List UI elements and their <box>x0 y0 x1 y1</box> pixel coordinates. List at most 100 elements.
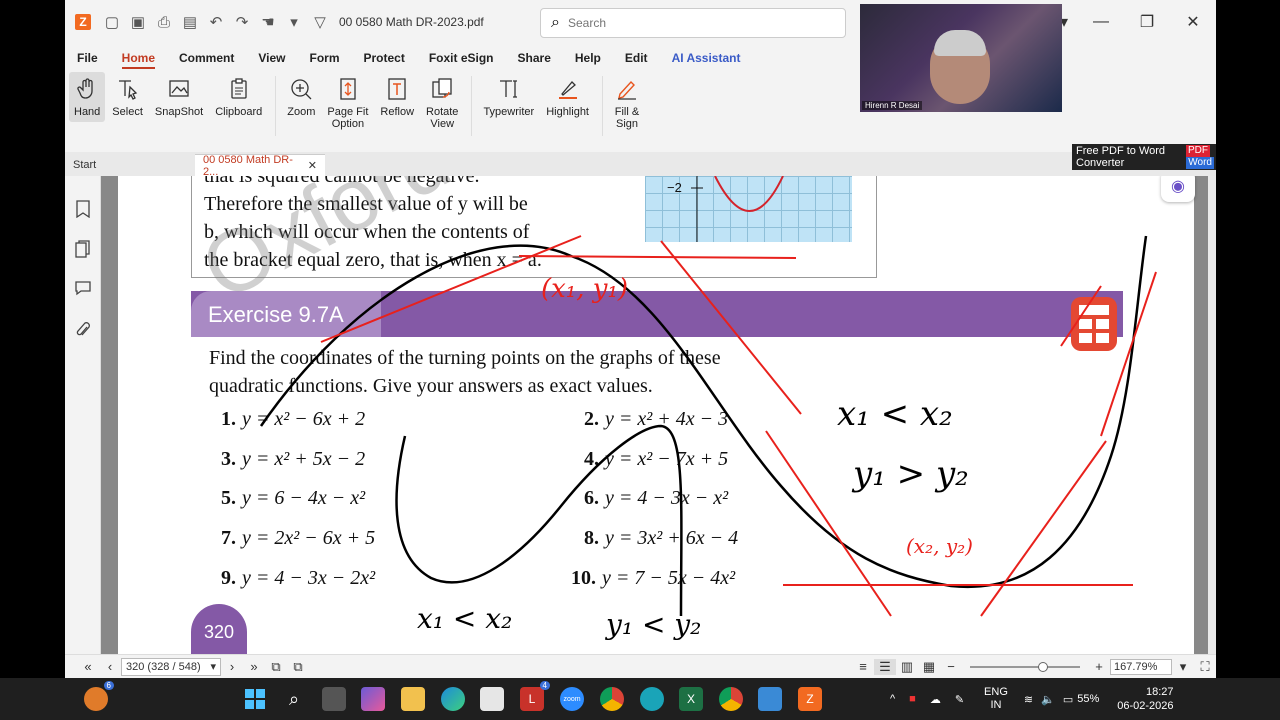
clipboard-label: Clipboard <box>215 106 263 118</box>
tab-foxit-esign[interactable]: Foxit eSign <box>429 51 494 65</box>
tab-share[interactable]: Share <box>518 51 551 65</box>
tab-file[interactable]: File <box>77 51 98 65</box>
battery-icon[interactable]: ▭ <box>1063 693 1073 706</box>
pdf-to-word-promo[interactable]: Free PDF to Word Converter PDF Word <box>1072 144 1216 170</box>
page-number-field[interactable]: 320 (328 / 548) ▾ <box>121 657 221 676</box>
chrome-icon[interactable] <box>600 687 624 711</box>
tab-view[interactable]: View <box>258 51 285 65</box>
notepad-icon[interactable] <box>758 687 782 711</box>
tab-ai-assistant[interactable]: AI Assistant <box>672 51 741 65</box>
single-page-icon[interactable]: ≡ <box>852 659 874 674</box>
edge-icon[interactable] <box>441 687 465 711</box>
next-view-icon[interactable]: ⧉ <box>287 659 309 675</box>
tab-edit[interactable]: Edit <box>625 51 648 65</box>
search-input[interactable] <box>567 16 818 30</box>
page-fit-option-button[interactable]: Page Fit Option <box>322 72 373 134</box>
task-view-icon[interactable] <box>322 687 346 711</box>
reflow-button[interactable]: Reflow <box>375 72 419 122</box>
continuous-facing-icon[interactable]: ▦ <box>918 659 940 675</box>
intro-line-1: Find the coordinates of the turning poin… <box>209 347 721 369</box>
tab-start[interactable]: Start <box>65 154 195 176</box>
attachment-icon[interactable] <box>74 321 92 339</box>
next-page-button[interactable]: › <box>221 659 243 674</box>
exercise-number: 6. <box>584 487 599 509</box>
wifi-icon[interactable]: ≋ <box>1024 693 1033 706</box>
foxit-taskbar-icon[interactable]: Z <box>798 687 822 711</box>
ai-assistant-float-button[interactable]: ◉ <box>1161 176 1195 202</box>
snapshot-icon <box>166 76 192 102</box>
ink-point-1: (x₁, y₁) <box>541 274 629 304</box>
page-fit-label-1: Page Fit <box>327 106 369 118</box>
file-explorer-icon[interactable] <box>401 687 425 711</box>
tab-comment[interactable]: Comment <box>179 51 234 65</box>
clipboard-button[interactable]: Clipboard <box>210 72 267 122</box>
tray-overflow-icon[interactable]: ^ <box>890 693 895 705</box>
exercise-equation: y = 6 − 4x − x² <box>242 487 366 509</box>
language-indicator[interactable]: ENG IN <box>984 686 1008 712</box>
chevron-down-icon[interactable]: ▾ <box>281 9 307 35</box>
restore-button[interactable]: ❐ <box>1124 12 1170 32</box>
search-box[interactable]: ⌕ <box>540 8 846 38</box>
tab-help[interactable]: Help <box>575 51 601 65</box>
store-icon[interactable] <box>480 687 504 711</box>
clock[interactable]: 18:27 06-02-2026 <box>1117 685 1173 713</box>
hand-quick-icon[interactable]: ☚ <box>255 9 281 35</box>
first-page-button[interactable]: « <box>77 659 99 674</box>
save-icon[interactable]: ▣ <box>125 9 151 35</box>
zoom-out-button[interactable]: − <box>940 659 962 674</box>
rotate-view-button[interactable]: Rotate View <box>421 72 463 134</box>
zoom-slider-knob[interactable] <box>1038 661 1048 672</box>
comments-icon[interactable] <box>74 279 92 297</box>
new-doc-icon[interactable]: ▤ <box>177 9 203 35</box>
zoom-slider[interactable] <box>970 661 1080 672</box>
bookmark-icon[interactable] <box>74 200 92 218</box>
last-page-button[interactable]: » <box>243 659 265 674</box>
facing-page-icon[interactable]: ▥ <box>896 659 918 675</box>
snapshot-button[interactable]: SnapShot <box>150 72 208 122</box>
zoom-in-button[interactable]: + <box>1088 659 1110 674</box>
tray-cloud-icon[interactable]: ☁ <box>930 693 941 706</box>
typewriter-button[interactable]: Typewriter <box>478 72 539 122</box>
l-app-icon[interactable]: L4 <box>520 681 550 711</box>
open-folder-icon[interactable]: ▢ <box>99 9 125 35</box>
exercise-equation: y = x² + 5x − 2 <box>242 448 366 470</box>
previous-page-button[interactable]: ‹ <box>99 659 121 674</box>
taskbar-search-icon[interactable]: ⌕ <box>282 687 306 711</box>
excel-icon[interactable]: X <box>679 687 703 711</box>
tray-pen-icon[interactable]: ✎ <box>955 693 964 706</box>
windows-start-icon[interactable] <box>243 687 267 711</box>
tray-app-icon[interactable]: ■ <box>909 693 916 705</box>
copilot-icon[interactable] <box>361 687 385 711</box>
chrome-profile-icon[interactable] <box>719 687 743 711</box>
tab-current-document[interactable]: 00 0580 Math DR-2... ✕ <box>195 154 325 178</box>
select-tool-button[interactable]: Select <box>107 72 148 122</box>
chevron-down-icon[interactable]: ▾ <box>1172 659 1194 675</box>
pages-icon[interactable] <box>74 240 92 258</box>
minimize-button[interactable]: — <box>1078 13 1124 31</box>
zoom-button[interactable]: Zoom <box>282 72 320 122</box>
volume-icon[interactable]: 🔈 <box>1041 693 1055 706</box>
vertical-scrollbar[interactable] <box>1208 176 1216 654</box>
previous-view-icon[interactable]: ⧉ <box>265 659 287 675</box>
zoom-level[interactable]: 167.79% <box>1110 658 1172 675</box>
close-window-button[interactable]: ✕ <box>1170 12 1216 32</box>
tab-form[interactable]: Form <box>310 51 340 65</box>
tab-protect[interactable]: Protect <box>364 51 405 65</box>
hand-tool-button[interactable]: Hand <box>69 72 106 122</box>
calculator-icon <box>1071 297 1117 351</box>
app-icon[interactable] <box>640 687 664 711</box>
weather-icon[interactable]: 6 <box>84 681 114 711</box>
highlight-button[interactable]: Highlight <box>541 72 594 122</box>
close-tab-icon[interactable]: ✕ <box>308 159 317 172</box>
tab-home[interactable]: Home <box>121 51 156 69</box>
continuous-page-icon[interactable]: ☰ <box>874 658 896 675</box>
undo-icon[interactable]: ↶ <box>203 9 229 35</box>
fullscreen-icon[interactable]: ⛶ <box>1194 659 1216 675</box>
zoom-app-icon[interactable]: zoom <box>560 687 584 711</box>
language-line-2: IN <box>990 699 1002 711</box>
print-icon[interactable]: ⎙ <box>151 9 177 35</box>
fill-sign-button[interactable]: Fill & Sign <box>609 72 645 134</box>
document-view[interactable]: that is squared cannot be negative. Ther… <box>101 176 1211 654</box>
ink-point-2: (x₂, y₂) <box>906 534 973 558</box>
redo-icon[interactable]: ↷ <box>229 9 255 35</box>
